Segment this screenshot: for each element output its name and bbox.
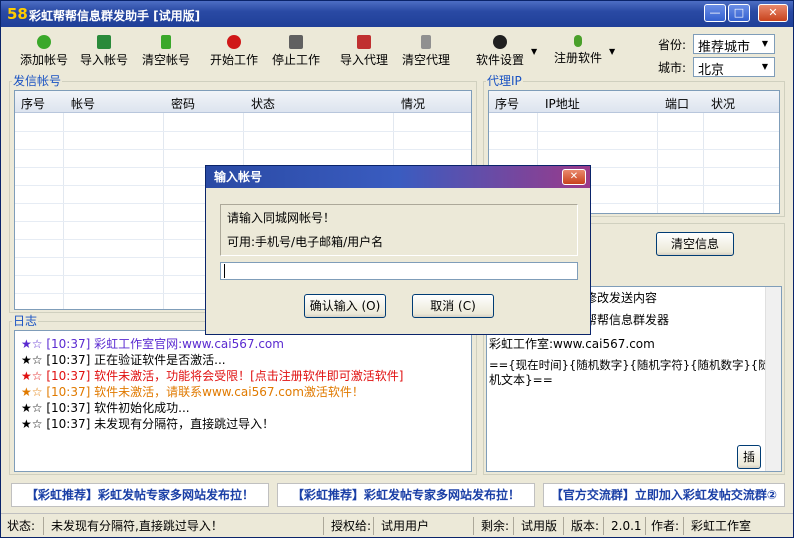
- column-header[interactable]: 序号: [21, 95, 45, 112]
- auth-label: 授权给:: [331, 519, 372, 533]
- import-proxy-icon: [357, 35, 371, 49]
- dialog-hint: 可用:手机号/电子邮箱/用户名: [227, 235, 384, 249]
- app-logo: 58: [7, 5, 28, 23]
- import-account-button[interactable]: 导入帐号: [77, 35, 131, 68]
- register-dropdown-caret[interactable]: ▼: [609, 47, 615, 56]
- star-icon: ★☆: [21, 401, 43, 415]
- log-line: ★☆ [10:37] 彩虹工作室官网:www.cai567.com: [21, 337, 284, 351]
- status-message: 未发现有分隔符,直接跳过导入！: [51, 519, 223, 533]
- dialog-close-button[interactable]: ✕: [562, 169, 586, 185]
- log-line: ★☆ [10:37] 正在验证软件是否激活...: [21, 353, 226, 367]
- import-proxy-button[interactable]: 导入代理: [337, 35, 391, 68]
- add-account-button[interactable]: 添加帐号: [17, 35, 71, 68]
- proxy-table-header: 序号 IP地址 端口 状况: [489, 91, 779, 113]
- insert-button[interactable]: 插: [737, 445, 761, 469]
- account-input[interactable]: [220, 262, 578, 280]
- clear-info-button[interactable]: 清空信息: [656, 232, 734, 256]
- accounts-group-title: 发信帐号: [12, 74, 63, 88]
- text-cursor: [224, 264, 225, 278]
- log-line: ★☆ [10:37] 未发现有分隔符，直接跳过导入！: [21, 417, 275, 431]
- dialog-prompt-panel: 请输入同城网帐号！ 可用:手机号/电子邮箱/用户名: [220, 204, 578, 256]
- content-scrollbar[interactable]: [765, 287, 781, 471]
- proxy-group-title: 代理IP: [486, 74, 523, 88]
- minimize-button[interactable]: —: [704, 4, 726, 22]
- column-header[interactable]: 状态: [251, 95, 275, 112]
- confirm-input-button[interactable]: 确认输入 (O): [304, 294, 386, 318]
- accounts-table-header: 序号 帐号 密码 状态 情况: [15, 91, 471, 113]
- main-window: 58 彩虹帮帮信息群发助手 [试用版] — □ ✕ 添加帐号 导入帐号 清空帐号…: [0, 0, 794, 538]
- start-work-button[interactable]: 开始工作: [207, 35, 261, 68]
- key-icon: [574, 35, 582, 47]
- log-group: 日志 ★☆ [10:37] 彩虹工作室官网:www.cai567.com ★☆ …: [9, 314, 477, 475]
- import-icon: [97, 35, 111, 49]
- maximize-button[interactable]: □: [728, 4, 750, 22]
- province-label: 省份:: [658, 38, 687, 52]
- log-group-title: 日志: [12, 314, 39, 328]
- qq-group-link[interactable]: 【官方交流群】立即加入彩虹发帖交流群②: [543, 483, 785, 507]
- promo-banner-link[interactable]: 【彩虹推荐】彩虹发帖专家多网站发布拉！: [11, 483, 269, 507]
- author-label: 作者:: [651, 519, 680, 533]
- content-line: 机文本}==: [489, 373, 553, 387]
- province-select[interactable]: 推荐城市 ▼: [693, 34, 775, 55]
- title-bar[interactable]: 58 彩虹帮帮信息群发助手 [试用版] — □ ✕: [1, 1, 793, 27]
- info-icon: [493, 35, 507, 49]
- version-label: 版本:: [571, 519, 600, 533]
- author-value: 彩虹工作室: [691, 519, 752, 533]
- dialog-title: 输入帐号: [214, 170, 263, 184]
- trash-icon: [421, 35, 431, 49]
- province-value: 推荐城市: [698, 40, 751, 55]
- star-icon: ★☆: [21, 369, 43, 383]
- star-icon: ★☆: [21, 385, 43, 399]
- clear-accounts-button[interactable]: 清空帐号: [139, 35, 193, 68]
- chevron-down-icon: ▼: [761, 39, 769, 48]
- city-value: 北京: [698, 63, 725, 78]
- log-line: ★☆ [10:37] 软件未激活，功能将会受限！[点击注册软件即可激活软件]: [21, 369, 404, 383]
- star-icon: ★☆: [21, 353, 43, 367]
- content-line: 彩虹工作室:www.cai567.com: [489, 337, 655, 351]
- chevron-down-icon: ▼: [761, 62, 769, 71]
- column-header[interactable]: 密码: [171, 95, 195, 112]
- stop-work-button[interactable]: 停止工作: [269, 35, 323, 68]
- star-icon: ★☆: [21, 337, 43, 351]
- remain-value: 试用版: [521, 519, 558, 533]
- log-line: ★☆ [10:37] 软件初始化成功...: [21, 401, 190, 415]
- close-button[interactable]: ✕: [758, 4, 788, 22]
- stop-icon: [289, 35, 303, 49]
- remain-label: 剩余:: [481, 519, 510, 533]
- column-header[interactable]: 序号: [495, 95, 519, 112]
- dialog-title-bar[interactable]: 输入帐号: [206, 166, 590, 188]
- status-label: 状态:: [7, 519, 36, 533]
- trash-icon: [161, 35, 171, 49]
- city-label: 城市:: [658, 61, 687, 75]
- star-icon: ★☆: [21, 417, 43, 431]
- register-software-button[interactable]: 注册软件: [551, 35, 605, 66]
- clear-proxy-button[interactable]: 清空代理: [399, 35, 453, 68]
- column-header[interactable]: 情况: [401, 95, 425, 112]
- promo-banner-link[interactable]: 【彩虹推荐】彩虹发帖专家多网站发布拉！: [277, 483, 535, 507]
- status-bar: 状态: 未发现有分隔符,直接跳过导入！ 授权给: 试用用户 剩余: 试用版 版本…: [1, 513, 793, 537]
- log-line: ★☆ [10:37] 软件未激活，请联系www.cai567.com激活软件！: [21, 385, 364, 399]
- column-header[interactable]: 状况: [711, 95, 735, 112]
- add-icon: [37, 35, 51, 49]
- input-account-dialog: 输入帐号 ✕ 请输入同城网帐号！ 可用:手机号/电子邮箱/用户名 确认输入 (O…: [205, 165, 591, 335]
- city-select[interactable]: 北京 ▼: [693, 57, 775, 78]
- toolbar: 添加帐号 导入帐号 清空帐号 开始工作 停止工作 导入代理 清空代理 软件设置: [1, 27, 793, 78]
- cancel-button[interactable]: 取消 (C): [412, 294, 494, 318]
- software-settings-button[interactable]: 软件设置: [473, 35, 527, 68]
- settings-dropdown-caret[interactable]: ▼: [531, 47, 537, 56]
- column-header[interactable]: 端口: [665, 95, 689, 112]
- auth-value: 试用用户: [381, 519, 430, 533]
- play-icon: [227, 35, 241, 49]
- column-header[interactable]: 帐号: [71, 95, 95, 112]
- column-header[interactable]: IP地址: [545, 95, 580, 112]
- window-title: 彩虹帮帮信息群发助手 [试用版]: [29, 9, 201, 23]
- dialog-prompt: 请输入同城网帐号！: [227, 211, 336, 225]
- content-line: 修改发送内容: [585, 291, 658, 305]
- content-line: 帮帮信息群发器: [585, 313, 670, 327]
- log-panel[interactable]: ★☆ [10:37] 彩虹工作室官网:www.cai567.com ★☆ [10…: [14, 330, 472, 472]
- version-value: 2.0.1: [611, 519, 642, 533]
